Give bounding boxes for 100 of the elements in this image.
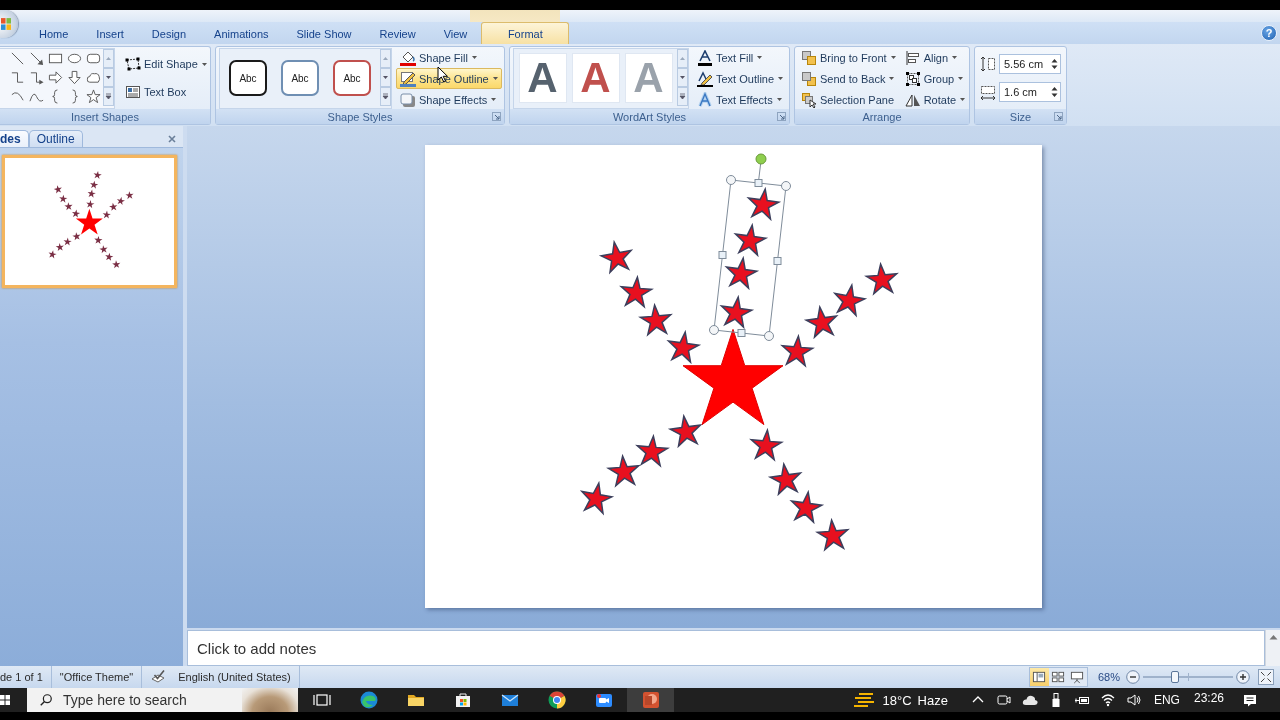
projector-screen-icon [1070,670,1085,684]
language-label[interactable]: English (United States) [178,671,291,683]
ribbon-command[interactable]: Edit Shape [121,53,211,75]
more-icon[interactable] [677,86,688,106]
ribbon-tab[interactable]: Design [137,22,201,44]
notes-field[interactable]: Click to add notes [187,630,1265,666]
shape-style-swatch[interactable]: Abc [333,60,371,96]
star-shape [864,261,899,296]
star-shape [579,480,615,516]
down-arrow-icon[interactable] [67,69,82,85]
office-button[interactable] [0,10,18,38]
ribbon-command[interactable]: Text Fill [693,47,788,68]
zoom-in-icon[interactable] [1236,670,1250,684]
ribbon-command[interactable]: Send to Back [797,68,900,89]
star-shape [125,191,134,200]
ribbon-tab[interactable]: Animations [200,22,283,44]
clock-time[interactable]: 23:26 [1193,691,1224,705]
close-icon[interactable] [168,135,176,143]
ribbon-tab[interactable]: Home [25,22,83,44]
wordart-style[interactable]: A [571,53,620,103]
ribbon-command[interactable]: Bring to Front [797,47,900,68]
resize-handle[interactable] [764,331,774,341]
wordart-style[interactable]: A [518,53,567,103]
ribbon-tab[interactable]: Review [365,22,430,44]
resize-handle[interactable] [709,325,719,335]
more-icon[interactable] [380,86,391,106]
resize-handle[interactable] [773,257,782,265]
shape-style-swatch[interactable]: Abc [229,60,267,96]
view-button[interactable] [1029,668,1049,686]
start-icon[interactable] [0,694,10,706]
star-shape [619,274,654,309]
search-icon [39,693,53,707]
panel-tab[interactable]: Outline [28,130,83,147]
ribbon-command[interactable]: Text Box [121,81,211,103]
caret-icon [889,77,895,80]
spin-buttons-icon[interactable] [1051,85,1058,99]
scroll-down-icon[interactable] [103,67,114,87]
star-shape [87,189,96,198]
speaker-icon[interactable] [1125,692,1142,708]
scroll-down-icon[interactable] [677,67,688,87]
zoom-out-icon[interactable] [1126,670,1140,684]
notification-icon[interactable] [1242,692,1258,708]
panel-tab[interactable]: des [0,130,29,147]
ribbon-tab[interactable]: Format [481,22,570,44]
slide-thumbnail[interactable] [2,155,177,288]
resize-handle[interactable] [726,175,736,185]
fit-to-window-icon[interactable] [1258,669,1274,685]
shape-style-swatch[interactable]: Abc [281,60,319,96]
caret-icon [890,56,896,59]
ribbon-command[interactable]: Text Effects [693,89,788,110]
arrow-line-icon[interactable] [29,50,44,66]
ribbon-command[interactable]: Text Outline [693,68,788,89]
wifi-icon[interactable] [1099,692,1116,708]
resize-handle[interactable] [737,329,746,337]
star-shape [64,202,73,211]
zoom-slider[interactable] [1143,670,1233,684]
line-icon[interactable] [10,50,25,66]
resize-handle[interactable] [718,251,727,259]
elbow-connector-icon[interactable] [10,69,25,85]
video-camera-icon[interactable] [995,692,1012,708]
theme-name: "Office Theme" [59,671,134,683]
more-icon[interactable] [103,86,114,106]
scroll-down-icon[interactable] [380,67,391,87]
resize-handle[interactable] [754,179,763,187]
slider-thumb[interactable] [1170,671,1179,683]
star-icon[interactable] [86,88,101,104]
stacked-squares-icon [801,70,817,87]
spelling-check-icon[interactable] [150,669,167,685]
star-shape [53,185,62,194]
star-shape [99,245,108,254]
scroll-up-icon[interactable] [1268,634,1278,640]
input-language[interactable]: ENG [1153,693,1180,707]
height-icon [980,56,996,72]
ribbon-command[interactable]: Rotate [900,89,970,110]
dialog-launcher-icon[interactable] [492,112,501,121]
elbow-arrow-icon[interactable] [29,69,44,85]
text-box-icon [125,84,141,100]
spin-buttons-icon[interactable] [1051,57,1058,71]
rotation-handle[interactable] [755,153,767,180]
weather-temperature[interactable]: 18°C [882,692,912,708]
right-arrow-icon[interactable] [48,69,63,85]
size-input[interactable]: 1.6 cm [999,82,1061,102]
ribbon-command[interactable]: Shape Fill [396,47,502,68]
dialog-launcher-icon[interactable] [1054,112,1063,121]
ribbon-command[interactable]: Align [900,47,970,68]
pencil-icon [697,70,713,87]
ribbon-tab[interactable]: Slide Show [282,22,366,44]
search-field[interactable]: Type here to search [27,688,298,712]
caret-icon [958,77,964,80]
resize-handle[interactable] [781,181,791,191]
weather-condition[interactable]: Haze [917,692,948,708]
scrollbar[interactable] [1265,630,1280,666]
dialog-launcher-icon[interactable] [777,112,786,121]
ribbon-tab[interactable]: Insert [82,22,138,44]
haze-icon[interactable] [852,692,875,708]
star-shape [59,194,68,203]
zoom-level[interactable]: 68% [1087,671,1126,683]
size-input[interactable]: 5.56 cm [999,54,1061,74]
ribbon-command[interactable]: Group [900,68,970,89]
ribbon-tab[interactable]: View [429,22,482,44]
